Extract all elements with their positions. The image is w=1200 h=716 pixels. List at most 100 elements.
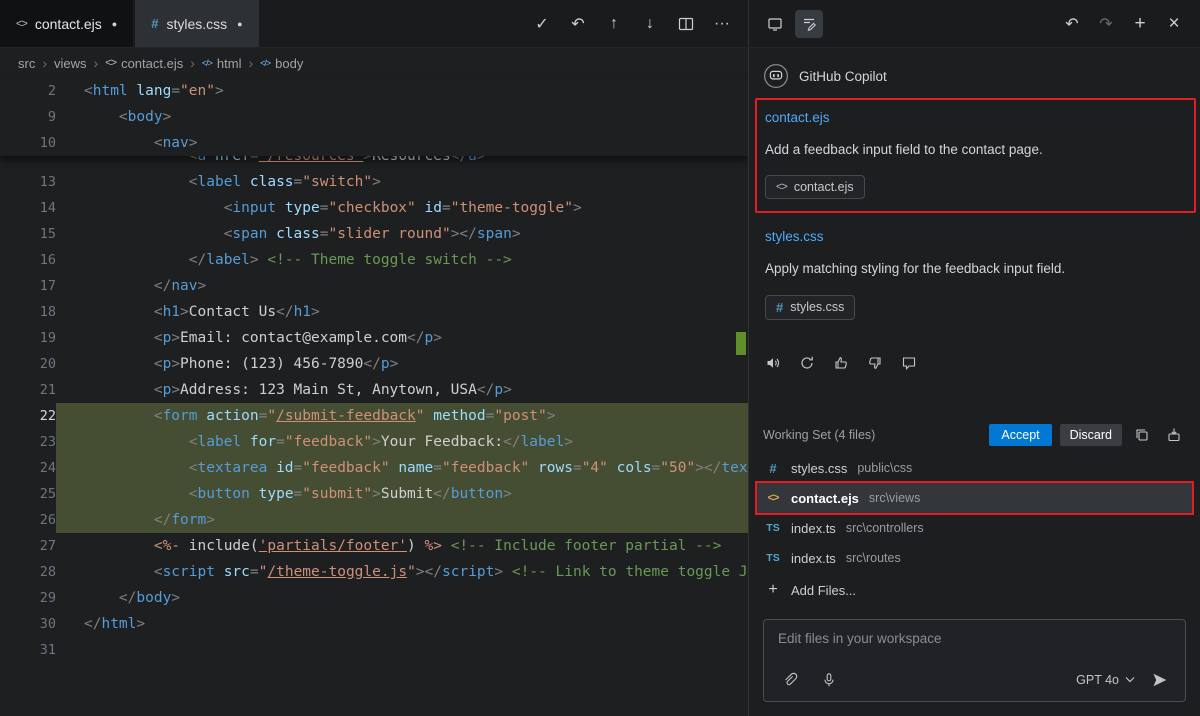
- ejs-file-icon: <>: [763, 492, 783, 504]
- accept-change-icon[interactable]: ✓: [528, 10, 556, 38]
- feedback-comment-icon[interactable]: [895, 350, 922, 377]
- line-number[interactable]: 14: [0, 195, 56, 221]
- chevron-separator-icon: ›: [94, 55, 99, 71]
- code-line[interactable]: 22 <form action="/submit-feedback" metho…: [0, 403, 748, 429]
- code-line[interactable]: 30</html>: [0, 611, 748, 637]
- discard-change-icon[interactable]: ↶: [564, 10, 592, 38]
- code-line[interactable]: 18 <h1>Contact Us</h1>: [0, 299, 748, 325]
- file-chip-contact-ejs[interactable]: <> contact.ejs: [765, 175, 865, 199]
- code-line[interactable]: 14 <input type="checkbox" id="theme-togg…: [0, 195, 748, 221]
- line-number[interactable]: 17: [0, 273, 56, 299]
- undo-edit-icon[interactable]: ↶: [1058, 10, 1086, 38]
- code-line[interactable]: 26 </form>: [0, 507, 748, 533]
- line-number[interactable]: 28: [0, 559, 56, 585]
- breadcrumb-contact-ejs[interactable]: <> contact.ejs: [105, 56, 183, 71]
- close-panel-icon[interactable]: ×: [1160, 10, 1188, 38]
- working-set-row-index-ts-routes[interactable]: TS index.ts src\routes: [755, 543, 1194, 573]
- message-file-link[interactable]: contact.ejs: [765, 110, 830, 125]
- line-number[interactable]: 13: [0, 169, 56, 195]
- file-chip-styles-css[interactable]: # styles.css: [765, 295, 855, 320]
- line-number[interactable]: 27: [0, 533, 56, 559]
- code-line[interactable]: 15 <span class="slider round"></span>: [0, 221, 748, 247]
- open-session-in-editor-icon[interactable]: [761, 10, 789, 38]
- compare-changes-icon[interactable]: [1130, 423, 1154, 447]
- working-set-row-contact-ejs[interactable]: <> contact.ejs src\views: [755, 483, 1194, 513]
- breadcrumb-views[interactable]: views: [54, 56, 87, 71]
- code-line[interactable]: 10 <nav>: [0, 130, 748, 156]
- add-files-button[interactable]: + Add Files...: [755, 575, 1194, 605]
- redo-edit-icon[interactable]: ↷: [1092, 10, 1120, 38]
- working-set-header: Working Set (4 files) Accept Discard: [763, 419, 1186, 451]
- code-line[interactable]: <a href="/resources">Resources</a>: [0, 156, 748, 169]
- save-all-icon[interactable]: [1162, 423, 1186, 447]
- send-button[interactable]: [1147, 667, 1173, 693]
- previous-change-icon[interactable]: ↑: [600, 10, 628, 38]
- line-number[interactable]: [0, 156, 56, 169]
- modified-dot-icon[interactable]: ●: [112, 19, 117, 29]
- working-set-row-styles-css[interactable]: # styles.css public\css: [755, 453, 1194, 483]
- thumbs-up-icon[interactable]: [827, 350, 854, 377]
- read-aloud-icon[interactable]: [759, 350, 786, 377]
- code-line[interactable]: 29 </body>: [0, 585, 748, 611]
- line-number[interactable]: 16: [0, 247, 56, 273]
- breadcrumb-src[interactable]: src: [18, 56, 35, 71]
- tab-styles-css[interactable]: # styles.css ●: [135, 0, 258, 47]
- line-number[interactable]: 31: [0, 637, 56, 663]
- line-number[interactable]: 18: [0, 299, 56, 325]
- line-number[interactable]: 19: [0, 325, 56, 351]
- code-line[interactable]: 21 <p>Address: 123 Main St, Anytown, USA…: [0, 377, 748, 403]
- tab-contact-ejs[interactable]: <> contact.ejs ●: [0, 0, 133, 47]
- line-number[interactable]: 25: [0, 481, 56, 507]
- line-number[interactable]: 2: [0, 78, 56, 104]
- working-set-row-index-ts-controllers[interactable]: TS index.ts src\controllers: [755, 513, 1194, 543]
- code-line[interactable]: 31: [0, 637, 748, 663]
- split-editor-icon[interactable]: [672, 10, 700, 38]
- thumbs-down-icon[interactable]: [861, 350, 888, 377]
- code-line[interactable]: 27 <%- include('partials/footer') %> <!-…: [0, 533, 748, 559]
- code-line[interactable]: 13 <label class="switch">: [0, 169, 748, 195]
- modified-dot-icon[interactable]: ●: [237, 19, 242, 29]
- code-line[interactable]: 2<html lang="en">: [0, 78, 748, 104]
- model-picker[interactable]: GPT 4o: [1076, 673, 1135, 687]
- edit-session-icon[interactable]: [795, 10, 823, 38]
- code-line[interactable]: 20 <p>Phone: (123) 456-7890</p>: [0, 351, 748, 377]
- more-actions-icon[interactable]: ···: [708, 10, 736, 38]
- code-line[interactable]: 28 <script src="/theme-toggle.js"></scri…: [0, 559, 748, 585]
- editor-tab-strip: <> contact.ejs ● # styles.css ● ✓ ↶ ↑ ↓ …: [0, 0, 748, 47]
- line-number[interactable]: 9: [0, 104, 56, 130]
- message-file-link[interactable]: styles.css: [765, 229, 824, 244]
- code-line[interactable]: 17 </nav>: [0, 273, 748, 299]
- code-line[interactable]: 19 <p>Email: contact@example.com</p>: [0, 325, 748, 351]
- code-line[interactable]: 25 <button type="submit">Submit</button>: [0, 481, 748, 507]
- attach-context-icon[interactable]: [776, 666, 803, 693]
- microphone-icon[interactable]: [815, 666, 842, 693]
- code-line[interactable]: 9 <body>: [0, 104, 748, 130]
- line-number[interactable]: 30: [0, 611, 56, 637]
- line-number[interactable]: 15: [0, 221, 56, 247]
- code-line[interactable]: 16 </label> <!-- Theme toggle switch -->: [0, 247, 748, 273]
- overview-ruler-modified-marker[interactable]: [736, 332, 746, 355]
- next-change-icon[interactable]: ↓: [636, 10, 664, 38]
- chat-input[interactable]: [776, 630, 1173, 647]
- breadcrumb-html[interactable]: </> html: [202, 56, 242, 71]
- code-text: <label class="switch">: [56, 169, 748, 195]
- line-number[interactable]: 10: [0, 130, 56, 156]
- working-set-file-list: # styles.css public\css <> contact.ejs s…: [755, 453, 1194, 573]
- code-line[interactable]: 24 <textarea id="feedback" name="feedbac…: [0, 455, 748, 481]
- line-number[interactable]: 20: [0, 351, 56, 377]
- new-edit-session-icon[interactable]: +: [1126, 10, 1154, 38]
- line-number[interactable]: 22: [0, 403, 56, 429]
- regenerate-icon[interactable]: [793, 350, 820, 377]
- html-symbol-icon: </>: [202, 58, 212, 68]
- line-number[interactable]: 29: [0, 585, 56, 611]
- breadcrumb-body[interactable]: </> body: [260, 56, 303, 71]
- line-number[interactable]: 21: [0, 377, 56, 403]
- line-number[interactable]: 24: [0, 455, 56, 481]
- line-number[interactable]: 26: [0, 507, 56, 533]
- code-editor: src › views › <> contact.ejs › </> html …: [0, 48, 748, 716]
- discard-button[interactable]: Discard: [1060, 424, 1122, 446]
- code-line[interactable]: 23 <label for="feedback">Your Feedback:<…: [0, 429, 748, 455]
- chat-input-toolbar: GPT 4o: [776, 666, 1173, 693]
- accept-button[interactable]: Accept: [989, 424, 1051, 446]
- line-number[interactable]: 23: [0, 429, 56, 455]
